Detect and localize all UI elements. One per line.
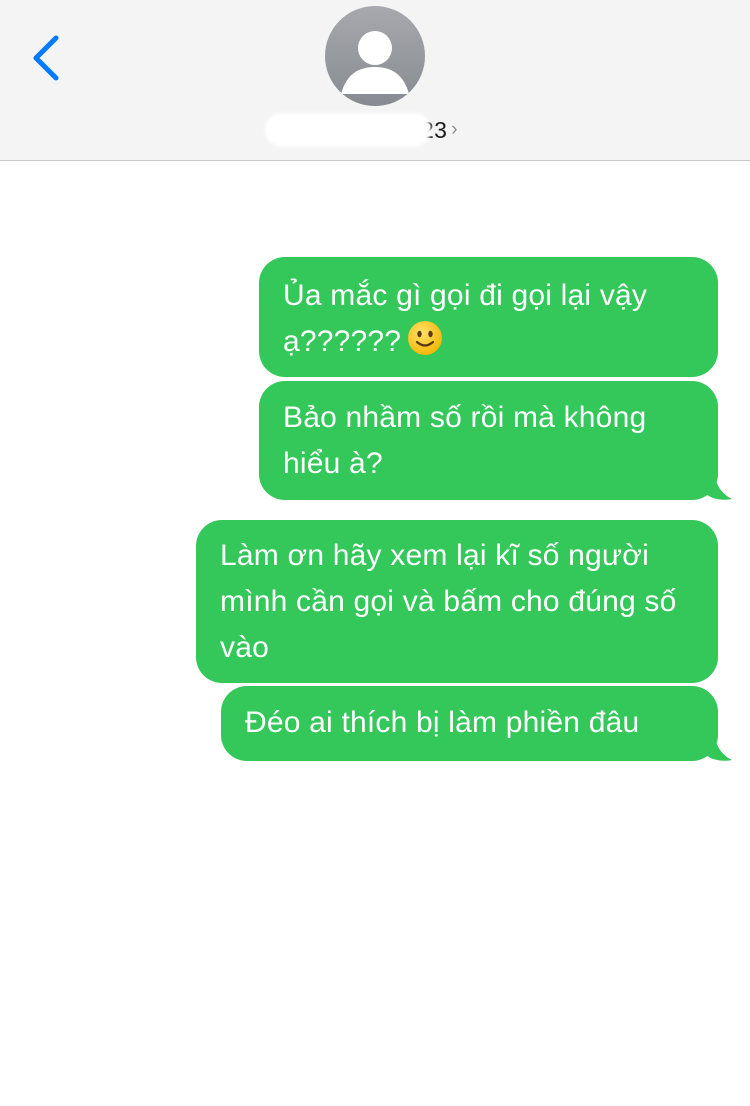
conversation-header: 23 › [0, 0, 750, 161]
chevron-right-icon: › [451, 119, 458, 140]
bubble-tail [706, 472, 732, 500]
redacted-contact-number [265, 113, 431, 147]
bubble-tail [706, 733, 732, 761]
message-text: Đéo ai thích bị làm phiền đâu [245, 706, 640, 739]
message-bubble[interactable]: Bảo nhầm số rồi mà không hiểu à? [259, 381, 718, 500]
message-bubble[interactable]: Ủa mắc gì gọi đi gọi lại vậy ạ?????? [259, 257, 718, 377]
person-silhouette-icon [341, 31, 409, 94]
message-bubble[interactable]: Đéo ai thích bị làm phiền đâu [221, 686, 718, 761]
message-text: Ủa mắc gì gọi đi gọi lại vậy ạ?????? [283, 279, 648, 358]
message-text: Làm ơn hãy xem lại kĩ số người mình cần … [220, 539, 677, 664]
contact-avatar[interactable] [325, 6, 425, 106]
slightly-smiling-face-icon [407, 320, 443, 356]
chevron-left-icon [33, 35, 59, 81]
message-bubble[interactable]: Làm ơn hãy xem lại kĩ số người mình cần … [196, 520, 718, 683]
contact-info-button[interactable]: 23 › [265, 112, 458, 148]
back-button[interactable] [26, 30, 70, 86]
messages-screen: 23 › Ủa mắc gì gọi đi gọi lại vậy ạ?????… [0, 0, 750, 1106]
message-text: Bảo nhầm số rồi mà không hiểu à? [283, 401, 647, 480]
